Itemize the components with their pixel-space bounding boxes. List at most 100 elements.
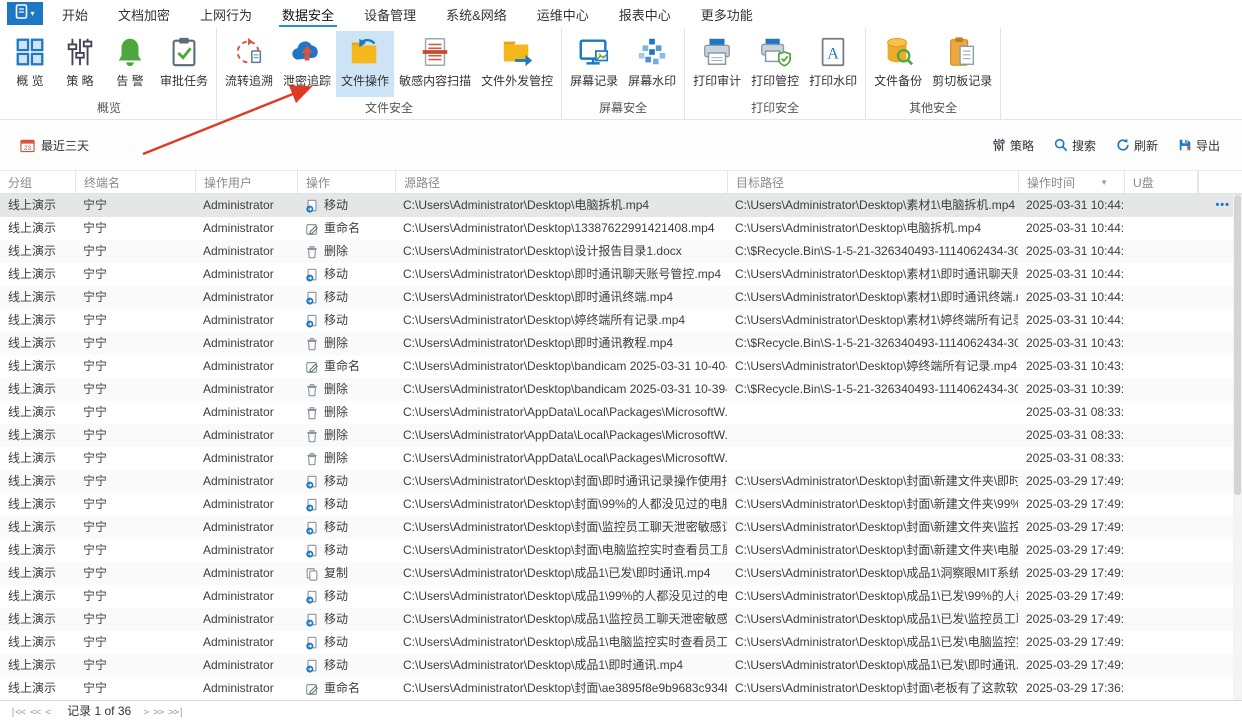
menu-tab-system-network[interactable]: 系统&网络: [431, 0, 522, 28]
table-row[interactable]: 线上演示宁宁Administrator删除C:\Users\Administra…: [0, 424, 1242, 447]
column-header-0[interactable]: 分组: [0, 171, 75, 195]
menu-tab-ops-center[interactable]: 运维中心: [522, 0, 604, 28]
table-row[interactable]: 线上演示宁宁Administrator移动C:\Users\Administra…: [0, 194, 1242, 217]
fast-next-page-button[interactable]: >>: [153, 707, 163, 718]
ribbon-button-leak-tracking[interactable]: 泄密追踪: [278, 31, 336, 97]
column-header-7[interactable]: U盘: [1124, 171, 1198, 195]
table-row[interactable]: 线上演示宁宁Administrator移动C:\Users\Administra…: [0, 539, 1242, 562]
operation-label: 移动: [324, 654, 348, 677]
cell-terminal: 宁宁: [75, 240, 195, 263]
ribbon-button-file-operation[interactable]: 文件操作: [336, 31, 394, 97]
column-header-2[interactable]: 操作用户: [195, 171, 297, 195]
cell-operation: 移动: [297, 654, 395, 677]
ribbon-button-label: 文件外发管控: [481, 72, 553, 89]
table-row[interactable]: 线上演示宁宁Administrator重命名C:\Users\Administr…: [0, 355, 1242, 378]
ribbon-button-approval-tasks[interactable]: 审批任务: [155, 31, 213, 97]
app-menu-button[interactable]: ▾: [7, 2, 43, 25]
prev-page-button[interactable]: <: [45, 707, 50, 718]
refresh-icon: [1116, 138, 1130, 152]
table-row[interactable]: 线上演示宁宁Administrator重命名C:\Users\Administr…: [0, 217, 1242, 240]
operation-label: 重命名: [324, 355, 360, 378]
ribbon-group-label: 文件安全: [220, 97, 558, 122]
refresh-button[interactable]: 刷新: [1116, 137, 1158, 154]
ribbon-button-policy[interactable]: 策 略: [55, 31, 105, 97]
table-row[interactable]: 线上演示宁宁Administrator移动C:\Users\Administra…: [0, 585, 1242, 608]
sort-indicator-icon[interactable]: ▼: [1100, 171, 1108, 195]
first-page-button[interactable]: |<<: [10, 707, 25, 718]
menu-tab-net-behavior[interactable]: 上网行为: [185, 0, 267, 28]
column-header-1[interactable]: 终端名: [75, 171, 195, 195]
column-header-5[interactable]: 目标路径: [727, 171, 1018, 195]
export-button[interactable]: 导出: [1178, 137, 1220, 154]
table-row[interactable]: 线上演示宁宁Administrator移动C:\Users\Administra…: [0, 608, 1242, 631]
column-header-label: 操作时间: [1027, 171, 1075, 195]
table-row[interactable]: 线上演示宁宁Administrator删除C:\Users\Administra…: [0, 332, 1242, 355]
cell-target-path: C:\Users\Administrator\Desktop\婷终端所有记录.m…: [727, 355, 1018, 378]
cell-group: 线上演示: [0, 424, 75, 447]
fast-prev-page-button[interactable]: <<: [30, 707, 40, 718]
cell-time: 2025-03-29 17:49:20: [1018, 631, 1124, 654]
column-header-4[interactable]: 源路径: [395, 171, 727, 195]
move-icon: [305, 268, 319, 282]
cell-source-path: C:\Users\Administrator\Desktop\婷终端所有记录.m…: [395, 309, 727, 332]
next-page-button[interactable]: >: [143, 707, 148, 718]
search-button[interactable]: 搜索: [1054, 137, 1096, 154]
table-row[interactable]: 线上演示宁宁Administrator重命名C:\Users\Administr…: [0, 677, 1242, 700]
delete-icon: [305, 452, 319, 466]
menu-tab-start[interactable]: 开始: [47, 0, 103, 28]
date-range-filter[interactable]: 23 最近三天: [20, 137, 89, 154]
column-header-8[interactable]: [1198, 171, 1242, 195]
menu-tab-more-features[interactable]: 更多功能: [686, 0, 768, 28]
menu-tab-data-security[interactable]: 数据安全: [267, 0, 349, 28]
cell-user: Administrator: [195, 516, 297, 539]
table-row[interactable]: 线上演示宁宁Administrator移动C:\Users\Administra…: [0, 286, 1242, 309]
ribbon-button-sensitive-content-scan[interactable]: 敏感内容扫描: [394, 31, 476, 97]
ribbon-button-print-watermark[interactable]: A打印水印: [804, 31, 862, 97]
table-row[interactable]: 线上演示宁宁Administrator删除C:\Users\Administra…: [0, 401, 1242, 424]
ribbon-button-file-backup[interactable]: 文件备份: [869, 31, 927, 97]
table-row[interactable]: 线上演示宁宁Administrator移动C:\Users\Administra…: [0, 654, 1242, 677]
table-row[interactable]: 线上演示宁宁Administrator移动C:\Users\Administra…: [0, 516, 1242, 539]
cell-terminal: 宁宁: [75, 562, 195, 585]
table-row[interactable]: 线上演示宁宁Administrator复制C:\Users\Administra…: [0, 562, 1242, 585]
policy-button[interactable]: 策略: [992, 137, 1034, 154]
cell-usb: [1124, 286, 1198, 309]
pager-right: >>>>>|: [143, 704, 188, 718]
ribbon-button-screen-watermark[interactable]: 屏幕水印: [623, 31, 681, 97]
cell-source-path: C:\Users\Administrator\Desktop\即时通讯聊天账号管…: [395, 263, 727, 286]
ribbon-button-label: 概 览: [16, 72, 43, 89]
cell-user: Administrator: [195, 240, 297, 263]
table-row[interactable]: 线上演示宁宁Administrator删除C:\Users\Administra…: [0, 240, 1242, 263]
ribbon-button-alert[interactable]: 告 警: [105, 31, 155, 97]
ribbon-button-print-control[interactable]: 打印管控: [746, 31, 804, 97]
ribbon-button-print-audit[interactable]: 打印审计: [688, 31, 746, 97]
cell-usb: [1124, 332, 1198, 355]
cell-target-path: C:\Users\Administrator\Desktop\成品1\已发\99…: [727, 585, 1018, 608]
menu-tab-device-management[interactable]: 设备管理: [349, 0, 431, 28]
table-row[interactable]: 线上演示宁宁Administrator移动C:\Users\Administra…: [0, 470, 1242, 493]
cell-group: 线上演示: [0, 309, 75, 332]
ribbon-button-circulation-trace[interactable]: 流转追溯: [220, 31, 278, 97]
menu-tab-report-center[interactable]: 报表中心: [604, 0, 686, 28]
cell-usb: [1124, 401, 1198, 424]
table-row[interactable]: 线上演示宁宁Administrator移动C:\Users\Administra…: [0, 309, 1242, 332]
ribbon-button-file-outgoing-control[interactable]: 文件外发管控: [476, 31, 558, 97]
ribbon-button-clipboard-record[interactable]: 剪切板记录: [927, 31, 997, 97]
table-row[interactable]: 线上演示宁宁Administrator移动C:\Users\Administra…: [0, 631, 1242, 654]
table-row[interactable]: 线上演示宁宁Administrator删除C:\Users\Administra…: [0, 447, 1242, 470]
last-page-button[interactable]: >>|: [168, 707, 183, 718]
table-row[interactable]: 线上演示宁宁Administrator移动C:\Users\Administra…: [0, 263, 1242, 286]
ribbon-button-screen-record[interactable]: 屏幕记录: [565, 31, 623, 97]
cell-terminal: 宁宁: [75, 309, 195, 332]
bell-icon: [113, 35, 147, 69]
vertical-scrollbar[interactable]: [1233, 195, 1242, 700]
table-row[interactable]: 线上演示宁宁Administrator删除C:\Users\Administra…: [0, 378, 1242, 401]
table-row[interactable]: 线上演示宁宁Administrator移动C:\Users\Administra…: [0, 493, 1242, 516]
ribbon-button-overview[interactable]: 概 览: [5, 31, 55, 97]
policy-button-label: 策略: [1010, 137, 1034, 154]
column-header-6[interactable]: 操作时间 ▼: [1018, 171, 1124, 195]
scrollbar-thumb[interactable]: [1234, 195, 1241, 495]
column-header-3[interactable]: 操作: [297, 171, 395, 195]
menu-tab-doc-encryption[interactable]: 文档加密: [103, 0, 185, 28]
ribbon-button-label: 流转追溯: [225, 72, 273, 89]
